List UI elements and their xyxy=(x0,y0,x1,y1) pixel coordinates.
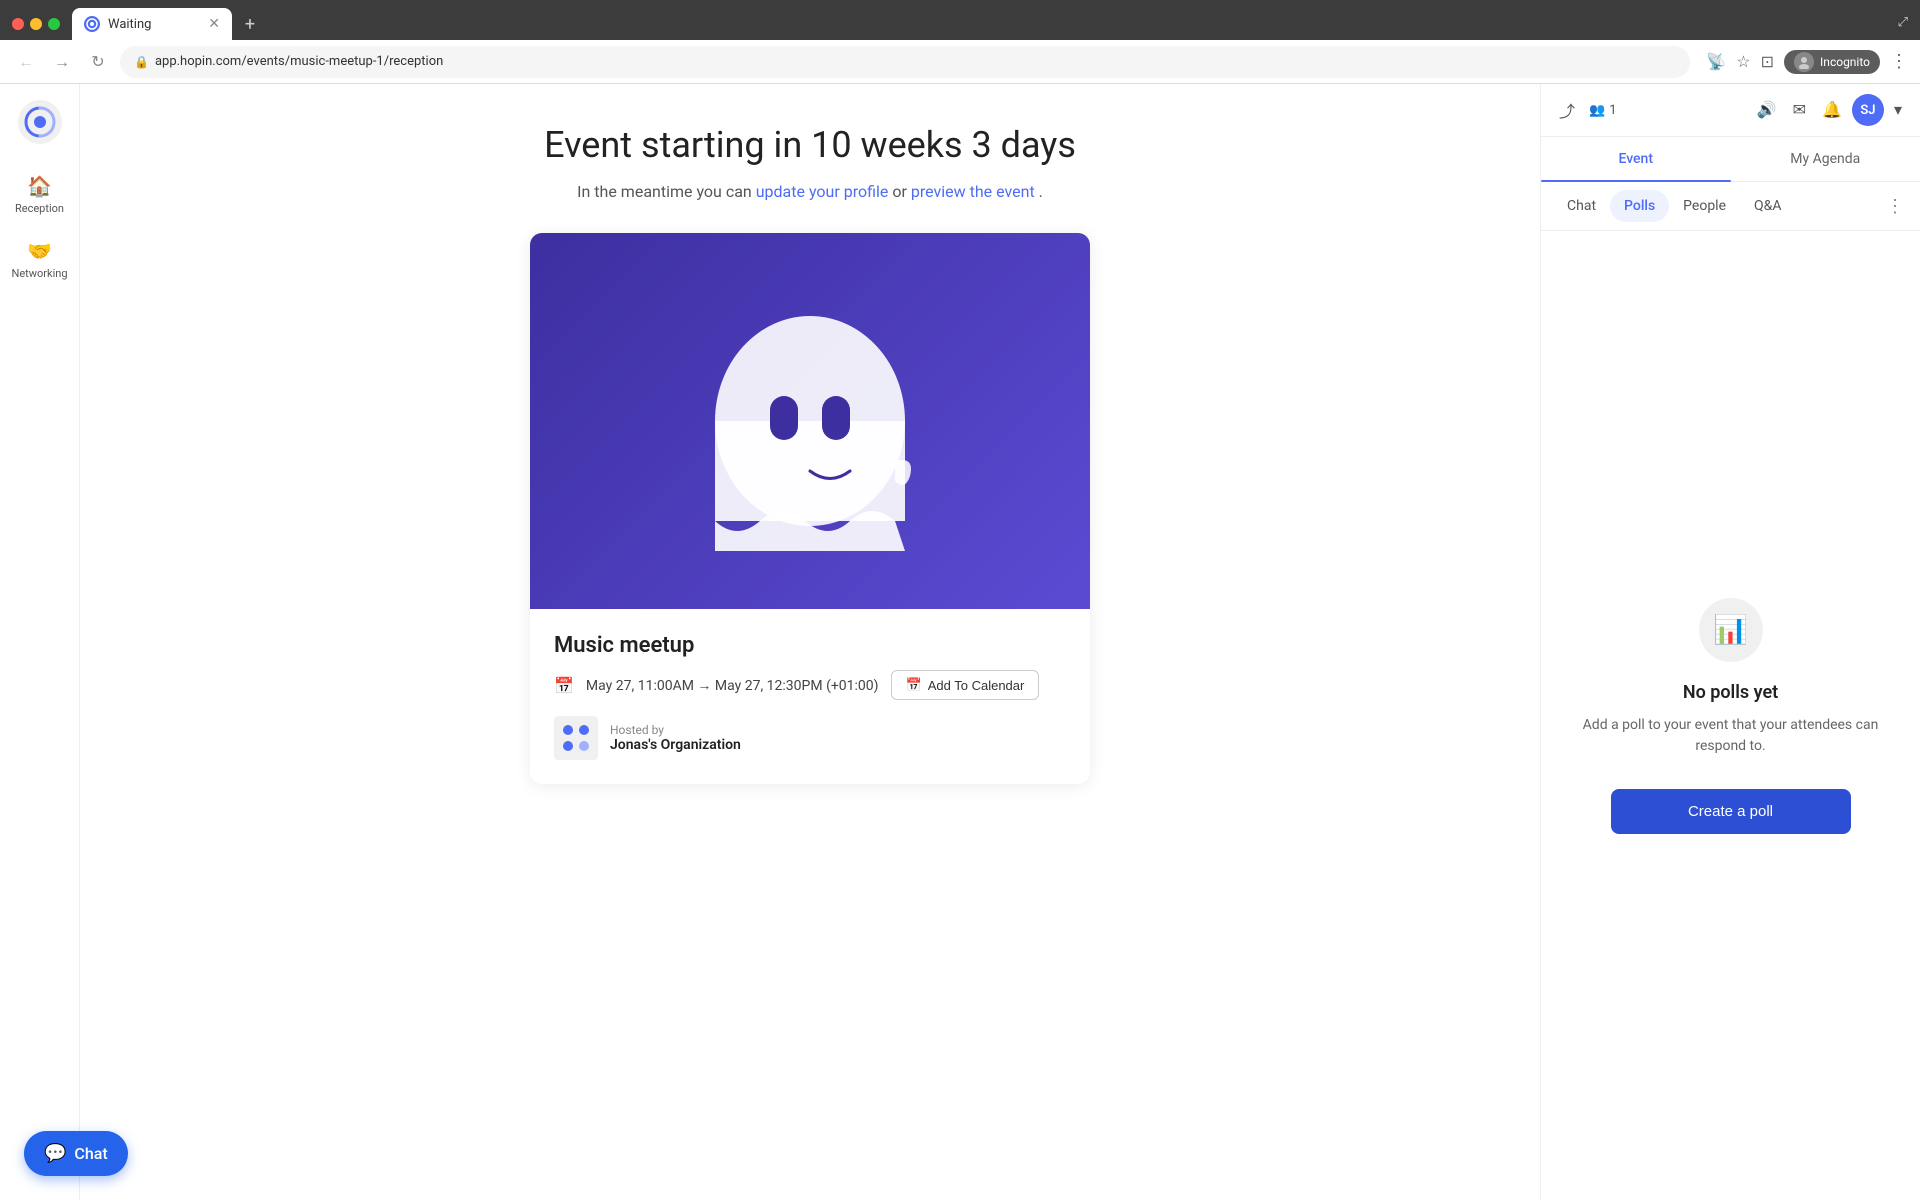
app-layout: 🏠 Reception 🤝 Networking Event starting … xyxy=(0,84,1920,1200)
event-title: Music meetup xyxy=(554,633,1066,658)
profile-icon[interactable]: ⊡ xyxy=(1761,52,1774,71)
event-date-text: May 27, 11:00AM → May 27, 12:30PM (+01:0… xyxy=(586,677,879,694)
new-tab-button[interactable]: + xyxy=(238,12,262,36)
host-name: Jonas's Organization xyxy=(610,737,741,753)
browser-toolbar: 📡 ☆ ⊡ Incognito ⋮ xyxy=(1706,50,1908,74)
sub-tab-chat[interactable]: Chat xyxy=(1553,190,1610,222)
host-logo xyxy=(554,716,598,760)
event-countdown: Event starting in 10 weeks 3 days xyxy=(544,124,1076,166)
add-to-calendar-button[interactable]: 📅 Add To Calendar xyxy=(891,670,1040,700)
tab-favicon xyxy=(84,16,100,32)
url-text: app.hopin.com/events/music-meetup-1/rece… xyxy=(155,54,443,69)
cast-icon[interactable]: 📡 xyxy=(1706,52,1726,71)
sub-tab-more-button[interactable]: ⋮ xyxy=(1882,192,1908,221)
tab-resize-icon[interactable]: ⤢ xyxy=(1898,15,1908,30)
forward-button[interactable]: → xyxy=(48,48,76,76)
sidebar-reception-label: Reception xyxy=(15,202,64,215)
event-info: Music meetup 📅 May 27, 11:00AM → May 27,… xyxy=(530,609,1090,784)
bell-icon[interactable]: 🔔 xyxy=(1816,94,1848,126)
right-panel-header: ⤴ 👥 1 🔊 ✉ 🔔 SJ ▾ xyxy=(1541,84,1920,137)
tab-my-agenda[interactable]: My Agenda xyxy=(1731,137,1920,181)
sidebar-item-reception[interactable]: 🏠 Reception xyxy=(4,164,76,225)
polls-empty-state: 📊 No polls yet Add a poll to your event … xyxy=(1541,231,1920,1200)
sub-tab-people[interactable]: People xyxy=(1669,190,1740,222)
host-info: Hosted by Jonas's Organization xyxy=(610,723,741,753)
update-profile-link[interactable]: update your profile xyxy=(756,182,889,201)
home-icon: 🏠 xyxy=(27,174,52,198)
incognito-avatar xyxy=(1794,52,1814,72)
event-date-row: 📅 May 27, 11:00AM → May 27, 12:30PM (+01… xyxy=(554,670,1066,700)
maximize-window-button[interactable] xyxy=(48,18,60,30)
left-sidebar: 🏠 Reception 🤝 Networking xyxy=(0,84,80,1200)
tab-right-controls: ⤢ xyxy=(1898,15,1908,34)
sub-tab-polls[interactable]: Polls xyxy=(1610,190,1669,222)
incognito-badge: Incognito xyxy=(1784,50,1880,74)
close-window-button[interactable] xyxy=(12,18,24,30)
calendar-add-icon: 📅 xyxy=(906,677,922,693)
tab-bar: Waiting ✕ + ⤢ xyxy=(0,0,1920,40)
bookmark-icon[interactable]: ☆ xyxy=(1736,52,1750,71)
browser-tab[interactable]: Waiting ✕ xyxy=(72,8,232,40)
ghost-mascot xyxy=(700,291,920,551)
browser-more-button[interactable]: ⋮ xyxy=(1890,51,1908,72)
user-avatar[interactable]: SJ xyxy=(1852,94,1884,126)
share-icon[interactable]: ⤴ xyxy=(1553,92,1581,128)
chat-bubble-icon: 💬 xyxy=(44,1143,66,1164)
right-panel: ⤴ 👥 1 🔊 ✉ 🔔 SJ ▾ Event My Agenda xyxy=(1540,84,1920,1200)
hopin-logo xyxy=(18,100,62,144)
browser-chrome: Waiting ✕ + ⤢ ← → ↻ 🔒 app.hopin.com/even… xyxy=(0,0,1920,84)
sidebar-networking-label: Networking xyxy=(11,267,67,280)
attendee-count: 👥 1 xyxy=(1589,103,1617,118)
preview-event-link[interactable]: preview the event xyxy=(911,182,1035,201)
chevron-down-icon[interactable]: ▾ xyxy=(1888,94,1908,126)
polls-icon: 📊 xyxy=(1699,598,1763,662)
incognito-label: Incognito xyxy=(1820,55,1870,69)
lock-icon: 🔒 xyxy=(134,55,149,69)
people-icon: 👥 xyxy=(1589,103,1605,118)
panel-actions: 🔊 ✉ 🔔 SJ ▾ xyxy=(1751,94,1908,126)
tab-close-button[interactable]: ✕ xyxy=(208,16,220,32)
reload-button[interactable]: ↻ xyxy=(84,48,112,76)
main-content: Event starting in 10 weeks 3 days In the… xyxy=(80,84,1540,1200)
calendar-icon: 📅 xyxy=(554,676,574,695)
event-card: Music meetup 📅 May 27, 11:00AM → May 27,… xyxy=(530,233,1090,784)
mail-icon[interactable]: ✉ xyxy=(1787,94,1812,126)
volume-icon[interactable]: 🔊 xyxy=(1751,94,1783,126)
networking-icon: 🤝 xyxy=(27,239,52,263)
sub-tab-qa[interactable]: Q&A xyxy=(1740,190,1795,222)
minimize-window-button[interactable] xyxy=(30,18,42,30)
tab-title: Waiting xyxy=(108,17,200,32)
sidebar-item-networking[interactable]: 🤝 Networking xyxy=(4,229,76,290)
create-poll-button[interactable]: Create a poll xyxy=(1611,789,1851,834)
no-polls-description: Add a poll to your event that your atten… xyxy=(1565,715,1896,757)
hosted-by-label: Hosted by xyxy=(610,723,741,737)
event-subtitle: In the meantime you can update your prof… xyxy=(577,182,1043,201)
tab-event[interactable]: Event xyxy=(1541,137,1731,181)
no-polls-title: No polls yet xyxy=(1683,682,1778,703)
sub-tabs: Chat Polls People Q&A ⋮ xyxy=(1541,182,1920,231)
address-field[interactable]: 🔒 app.hopin.com/events/music-meetup-1/re… xyxy=(120,46,1690,78)
address-bar: ← → ↻ 🔒 app.hopin.com/events/music-meetu… xyxy=(0,40,1920,84)
back-button[interactable]: ← xyxy=(12,48,40,76)
panel-tabs: Event My Agenda xyxy=(1541,137,1920,182)
event-image xyxy=(530,233,1090,609)
traffic-lights xyxy=(12,18,60,30)
bar-chart-icon: 📊 xyxy=(1713,613,1748,646)
chat-bubble[interactable]: 💬 Chat xyxy=(24,1131,128,1176)
event-host-row: Hosted by Jonas's Organization xyxy=(554,716,1066,760)
chat-bubble-label: Chat xyxy=(74,1144,107,1163)
